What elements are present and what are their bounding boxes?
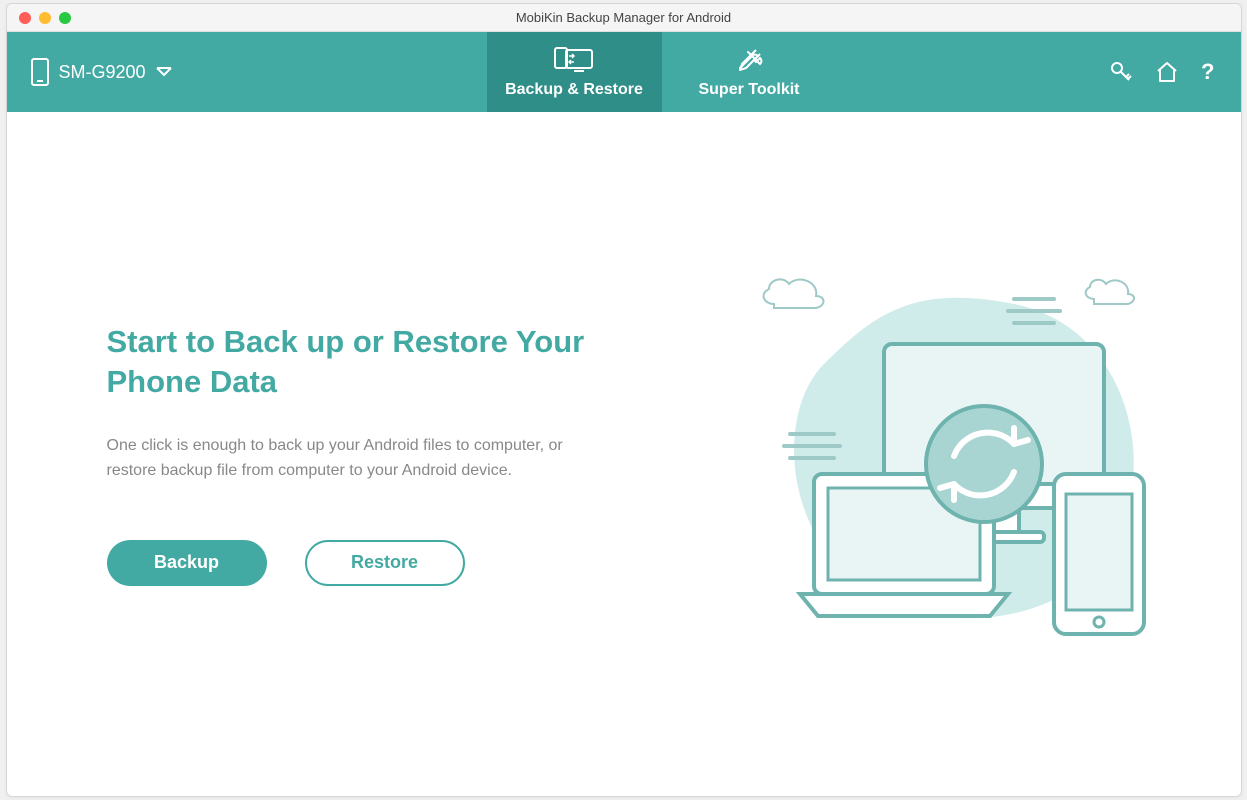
main-content: Start to Back up or Restore Your Phone D…	[7, 112, 1241, 796]
backup-button[interactable]: Backup	[107, 540, 267, 586]
main-toolbar: SM-G9200 Backup & Restore	[7, 32, 1241, 112]
tab-backup-restore[interactable]: Backup & Restore	[487, 32, 662, 112]
page-headline: Start to Back up or Restore Your Phone D…	[107, 322, 647, 403]
restore-button[interactable]: Restore	[305, 540, 465, 586]
tab-label: Super Toolkit	[698, 81, 799, 99]
app-window: MobiKin Backup Manager for Android SM-G9…	[6, 3, 1242, 797]
toolbar-right: ?	[1109, 32, 1240, 112]
home-button[interactable]	[1155, 60, 1179, 84]
chevron-down-icon	[156, 67, 172, 77]
toolkit-icon	[734, 45, 764, 75]
window-title: MobiKin Backup Manager for Android	[7, 10, 1241, 25]
intro-pane: Start to Back up or Restore Your Phone D…	[107, 322, 647, 586]
register-button[interactable]	[1109, 60, 1133, 84]
phone-icon	[31, 58, 49, 86]
tab-label: Backup & Restore	[505, 81, 643, 99]
device-name: SM-G9200	[59, 62, 146, 83]
tab-super-toolkit[interactable]: Super Toolkit	[662, 32, 837, 112]
device-selector[interactable]: SM-G9200	[7, 32, 172, 112]
backup-restore-icon	[552, 45, 596, 75]
key-icon	[1109, 60, 1133, 84]
help-button[interactable]: ?	[1201, 59, 1214, 85]
home-icon	[1155, 60, 1179, 84]
illustration-pane	[647, 244, 1241, 664]
page-description: One click is enough to back up your Andr…	[107, 433, 617, 484]
devices-illustration	[714, 244, 1174, 664]
action-buttons: Backup Restore	[107, 540, 647, 586]
nav-tabs: Backup & Restore Super Toolkit	[487, 32, 837, 112]
titlebar: MobiKin Backup Manager for Android	[7, 4, 1241, 32]
